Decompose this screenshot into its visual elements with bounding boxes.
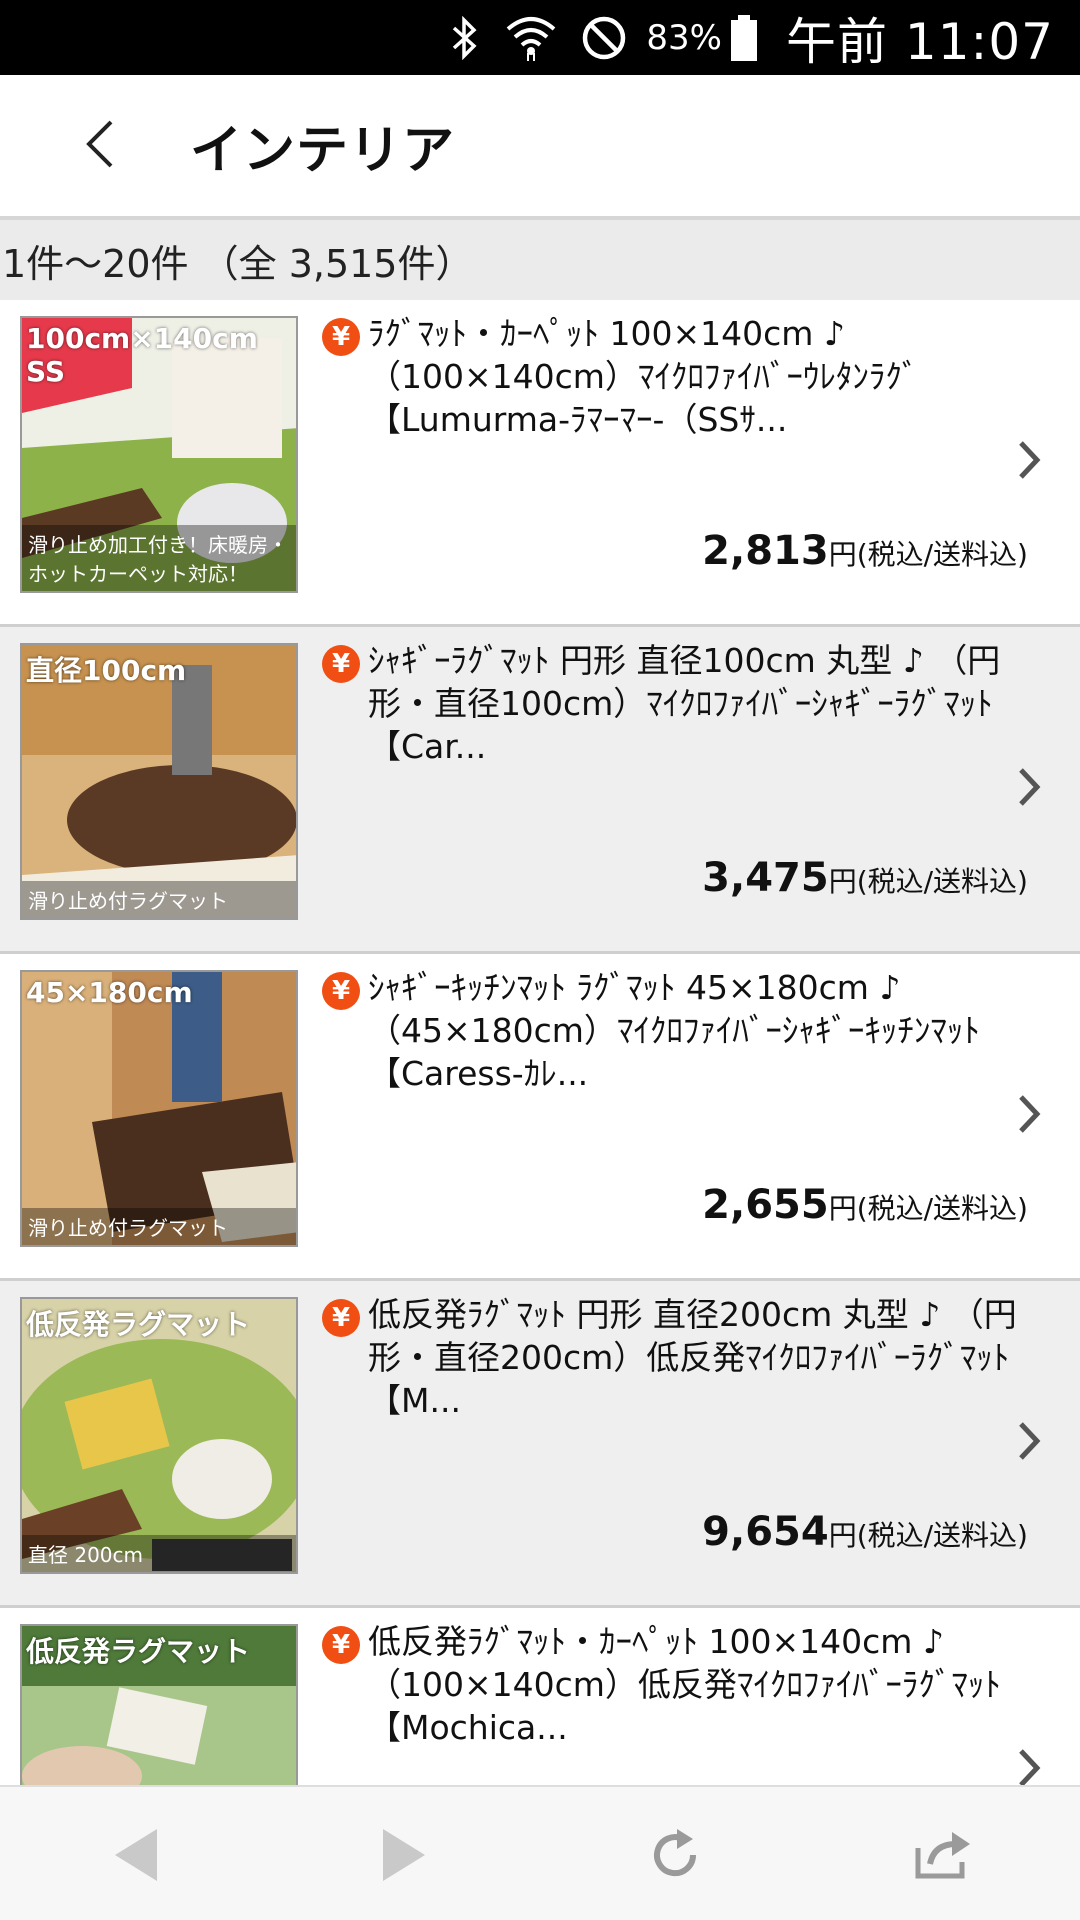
price-unit: 円(税込/送料込)	[828, 1519, 1028, 1552]
reload-button[interactable]	[630, 1817, 720, 1897]
chevron-right-icon	[1016, 1746, 1042, 1785]
yen-icon: ¥	[322, 1299, 360, 1337]
forward-arrow-button[interactable]	[358, 1817, 448, 1897]
chevron-right-icon	[1016, 765, 1042, 813]
bluetooth-icon	[448, 15, 482, 60]
product-title: 低反発ﾗｸﾞﾏｯﾄ・ｶｰﾍﾟｯﾄ 100×140cm ♪ （100×140cm）…	[368, 1622, 1001, 1747]
price-value: 3,475	[702, 855, 829, 901]
product-price: 3,475 円(税込/送料込)	[702, 855, 1028, 901]
thumbnail-label: 直径100cm	[26, 654, 187, 687]
thumbnail-label: 低反発ラグマット	[26, 1635, 251, 1668]
product-title: ﾗｸﾞﾏｯﾄ・ｶｰﾍﾟｯﾄ 100×140cm ♪ （100×140cm）ﾏｲｸ…	[368, 314, 919, 439]
list-item[interactable]: 低反発ラグマット ¥ 低反発ﾗｸﾞﾏｯﾄ・ｶｰﾍﾟｯﾄ 100×140cm ♪ …	[0, 1608, 1080, 1785]
product-price: 2,655 円(税込/送料込)	[702, 1182, 1028, 1228]
price-value: 9,654	[702, 1509, 829, 1555]
do-not-disturb-icon	[580, 14, 628, 62]
thumbnail-caption: 滑り止め付ラグマット	[22, 881, 296, 918]
price-unit: 円(税込/送料込)	[828, 865, 1028, 898]
forward-arrow-icon	[377, 1825, 429, 1889]
thumbnail-caption: 滑り止め付ラグマット	[22, 1208, 296, 1245]
yen-icon: ¥	[322, 1626, 360, 1664]
chevron-right-icon	[1016, 1419, 1042, 1467]
yen-icon: ¥	[322, 318, 360, 356]
thumbnail-caption: 直径 200cm	[22, 1535, 296, 1572]
browser-bottom-nav	[0, 1785, 1080, 1920]
price-value: 2,655	[702, 1182, 829, 1228]
thumbnail-caption: 滑り止め加工付き！床暖房・ホットカーペット対応！	[22, 525, 296, 591]
price-unit: 円(税込/送料込)	[828, 538, 1028, 571]
price-value: 2,813	[702, 528, 829, 574]
product-title: ｼｬｷﾞｰｷｯﾁﾝﾏｯﾄ ﾗｸﾞﾏｯﾄ 45×180cm ♪ （45×180cm…	[368, 968, 980, 1093]
reload-icon	[645, 1825, 705, 1889]
app-header: インテリア	[0, 75, 1080, 220]
product-thumbnail[interactable]: 低反発ラグマット 直径 200cm	[20, 1297, 298, 1574]
list-item[interactable]: 45×180cm 滑り止め付ラグマット ¥ ｼｬｷﾞｰｷｯﾁﾝﾏｯﾄ ﾗｸﾞﾏｯ…	[0, 954, 1080, 1281]
product-price: 2,813 円(税込/送料込)	[702, 528, 1028, 574]
product-list: 100cm×140cm SS 滑り止め加工付き！床暖房・ホットカーペット対応！ …	[0, 300, 1080, 1785]
product-thumbnail[interactable]: 低反発ラグマット	[20, 1624, 298, 1785]
chevron-right-icon	[1016, 438, 1042, 486]
clock: 午前 11:07	[786, 12, 1054, 71]
result-count: 1件〜20件 （全 3,515件）	[0, 220, 1080, 300]
back-arrow-button[interactable]	[92, 1817, 182, 1897]
thumbnail-label: 100cm×140cm SS	[26, 322, 258, 388]
list-item[interactable]: 100cm×140cm SS 滑り止め加工付き！床暖房・ホットカーペット対応！ …	[0, 300, 1080, 627]
thumbnail-label: 45×180cm	[26, 976, 193, 1009]
wifi-icon	[504, 13, 558, 63]
page-title: インテリア	[190, 121, 456, 181]
share-icon	[912, 1828, 974, 1886]
product-title: ｼｬｷﾞｰﾗｸﾞﾏｯﾄ 円形 直径100cm 丸型 ♪ （円形・直径100cm）…	[368, 641, 1001, 766]
yen-icon: ¥	[322, 972, 360, 1010]
list-item[interactable]: 直径100cm 滑り止め付ラグマット ¥ ｼｬｷﾞｰﾗｸﾞﾏｯﾄ 円形 直径10…	[0, 627, 1080, 954]
share-button[interactable]	[898, 1817, 988, 1897]
chevron-right-icon	[1016, 1092, 1042, 1140]
price-unit: 円(税込/送料込)	[828, 1192, 1028, 1225]
product-title: 低反発ﾗｸﾞﾏｯﾄ 円形 直径200cm 丸型 ♪ （円形・直径200cm）低反…	[368, 1295, 1017, 1420]
battery-icon	[730, 14, 758, 62]
back-button[interactable]	[40, 86, 160, 206]
product-thumbnail[interactable]: 45×180cm 滑り止め付ラグマット	[20, 970, 298, 1247]
chevron-left-icon	[83, 116, 117, 176]
product-thumbnail[interactable]: 直径100cm 滑り止め付ラグマット	[20, 643, 298, 920]
list-item[interactable]: 低反発ラグマット 直径 200cm ¥ 低反発ﾗｸﾞﾏｯﾄ 円形 直径200cm…	[0, 1281, 1080, 1608]
battery-percent: 83%	[646, 17, 722, 58]
yen-icon: ¥	[322, 645, 360, 683]
product-price: 9,654 円(税込/送料込)	[702, 1509, 1028, 1555]
status-bar: 83% 午前 11:07	[0, 0, 1080, 75]
thumbnail-label: 低反発ラグマット	[26, 1308, 251, 1341]
product-thumbnail[interactable]: 100cm×140cm SS 滑り止め加工付き！床暖房・ホットカーペット対応！	[20, 316, 298, 593]
back-arrow-icon	[111, 1825, 163, 1889]
